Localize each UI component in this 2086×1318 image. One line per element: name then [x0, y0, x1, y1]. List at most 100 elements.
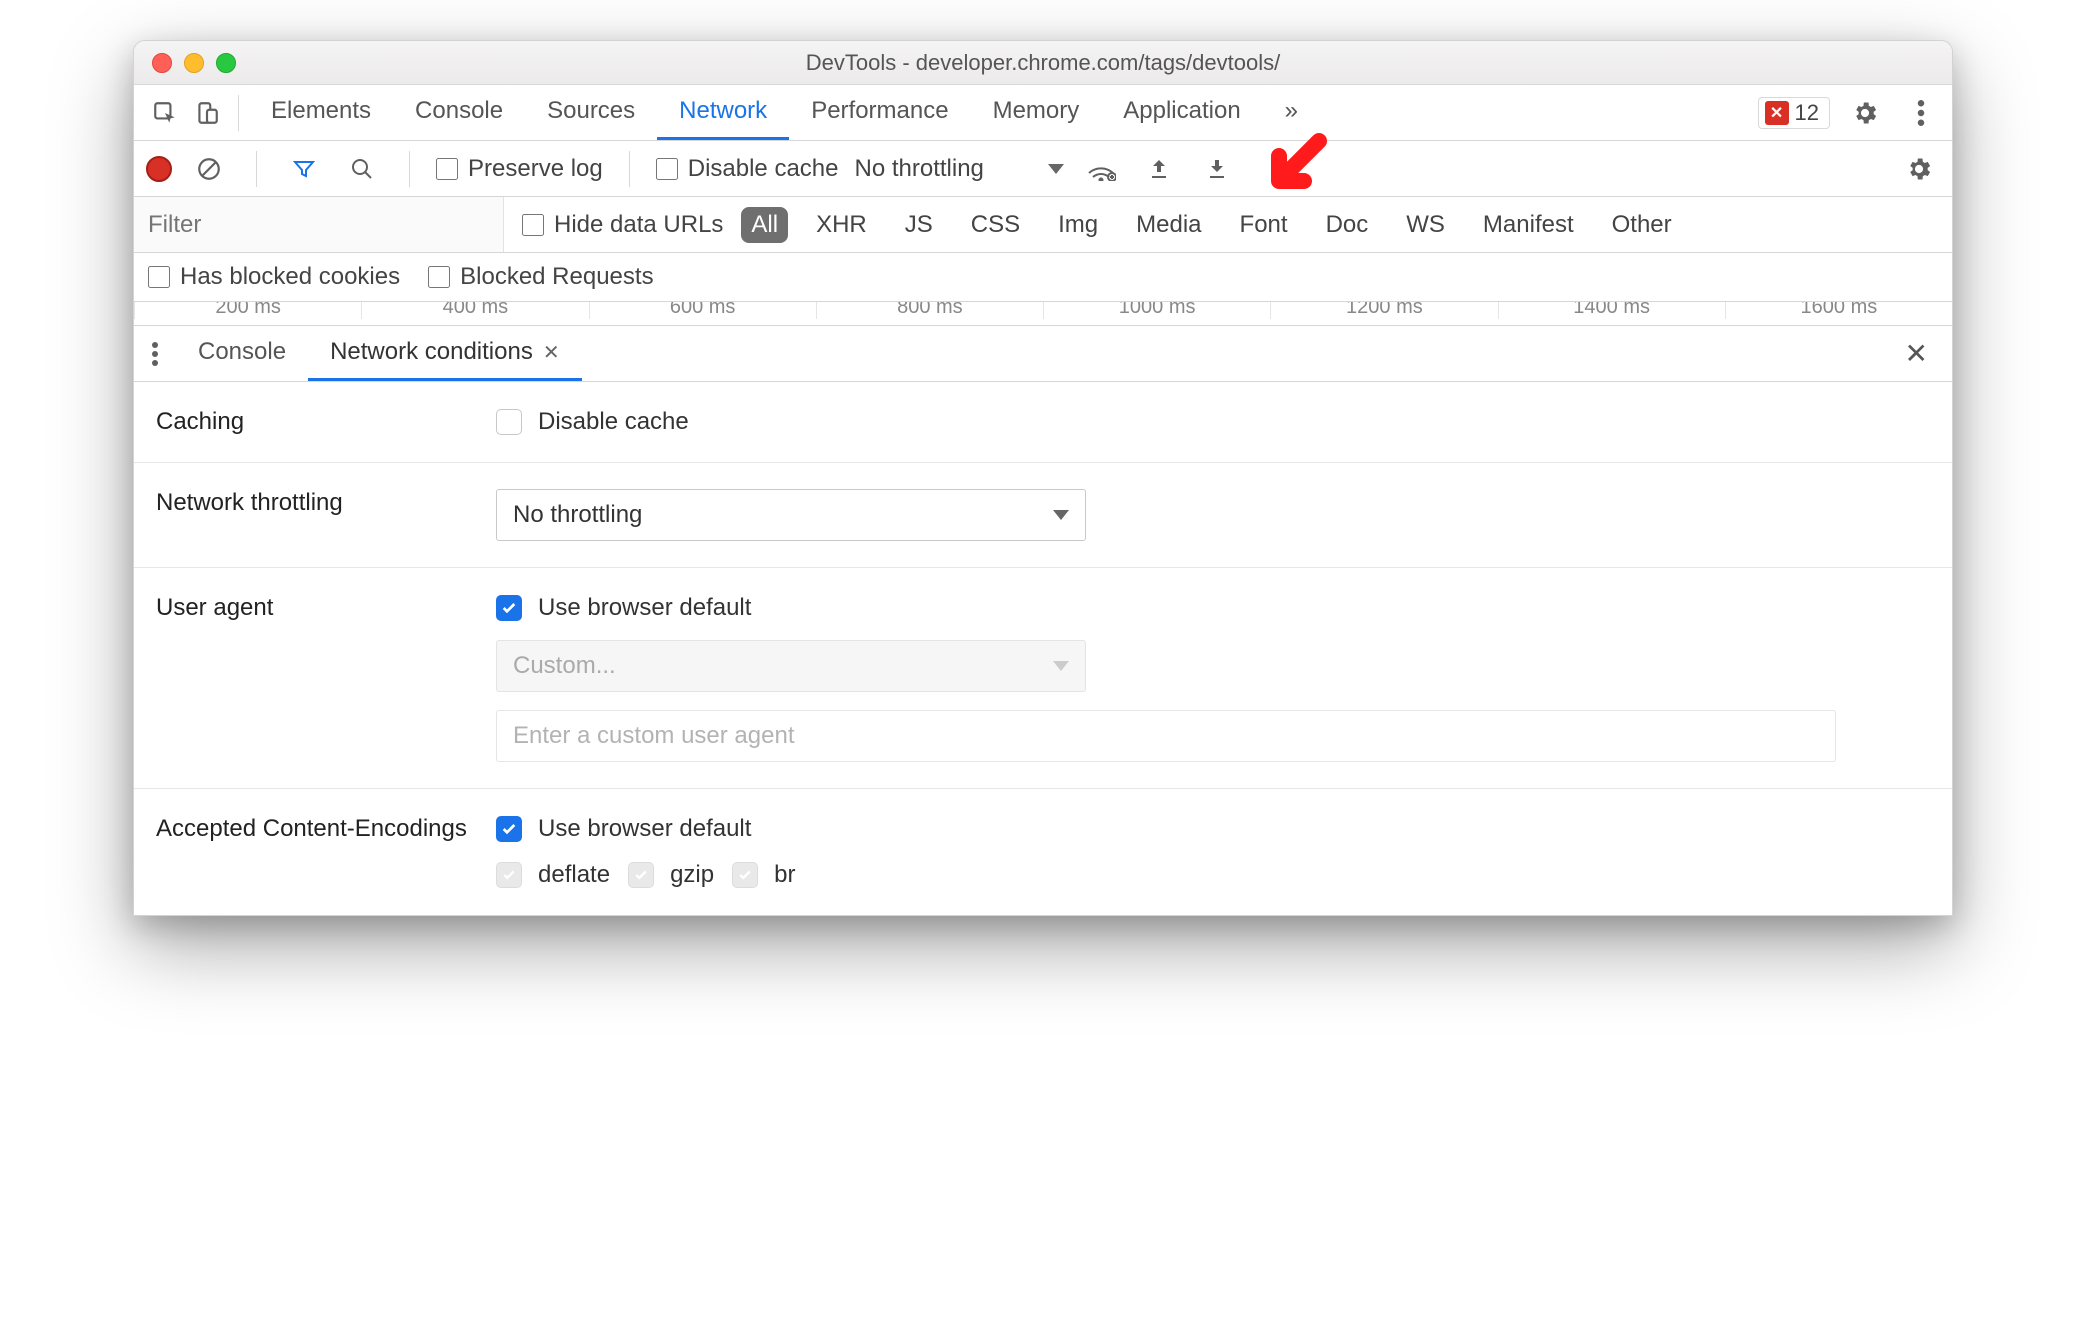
hide-data-urls-input[interactable] — [522, 214, 544, 236]
type-xhr[interactable]: XHR — [806, 207, 877, 243]
timeline-tick: 200 ms — [134, 302, 361, 319]
disable-cache-checkbox[interactable]: Disable cache — [496, 408, 1930, 436]
encoding-br: br — [732, 861, 795, 889]
user-agent-label: User agent — [156, 594, 476, 622]
hide-data-urls-label: Hide data URLs — [554, 211, 723, 239]
preserve-log-checkbox[interactable]: Preserve log — [436, 155, 603, 183]
type-manifest[interactable]: Manifest — [1473, 207, 1584, 243]
filter-input[interactable] — [134, 197, 504, 252]
checkbox-icon — [628, 862, 654, 888]
close-tab-icon[interactable]: ✕ — [543, 340, 560, 365]
filter-row-2: Has blocked cookies Blocked Requests — [134, 253, 1952, 302]
type-js[interactable]: JS — [895, 207, 943, 243]
disable-cache-checkbox[interactable]: Disable cache — [656, 155, 839, 183]
drawer-kebab-icon[interactable] — [134, 333, 176, 375]
drawer-tab-label: Console — [198, 338, 286, 366]
checkbox-icon — [496, 409, 522, 435]
type-ws[interactable]: WS — [1396, 207, 1455, 243]
encoding-label: br — [774, 861, 795, 889]
blocked-requests-checkbox[interactable]: Blocked Requests — [428, 263, 653, 291]
encoding-gzip: gzip — [628, 861, 714, 889]
throttling-value: No throttling — [513, 501, 642, 529]
row-caching: Caching Disable cache — [134, 382, 1952, 463]
network-settings-gear-icon[interactable] — [1898, 148, 1940, 190]
type-css[interactable]: CSS — [961, 207, 1030, 243]
row-throttling: Network throttling No throttling — [134, 463, 1952, 568]
tab-label: Performance — [811, 97, 948, 125]
tab-sources[interactable]: Sources — [525, 85, 657, 140]
user-agent-preset-placeholder: Custom... — [513, 652, 616, 680]
throttling-value: No throttling — [854, 155, 983, 183]
tab-elements[interactable]: Elements — [249, 85, 393, 140]
drawer-tab-label: Network conditions — [330, 338, 533, 366]
error-icon: ✕ — [1765, 101, 1789, 125]
more-tabs-button[interactable]: » — [1263, 85, 1320, 140]
type-font[interactable]: Font — [1230, 207, 1298, 243]
checkbox-icon — [496, 816, 522, 842]
encodings-default-checkbox[interactable]: Use browser default — [496, 815, 1930, 843]
timeline-tick: 400 ms — [361, 302, 588, 319]
timeline-tick: 1200 ms — [1270, 302, 1497, 319]
drawer-tab-console[interactable]: Console — [176, 326, 308, 381]
checkbox-icon — [732, 862, 758, 888]
inspect-element-icon[interactable] — [144, 92, 186, 134]
panel-tabs: Elements Console Sources Network Perform… — [134, 85, 1952, 141]
disable-cache-input[interactable] — [656, 158, 678, 180]
hide-data-urls-checkbox[interactable]: Hide data URLs — [522, 211, 723, 239]
user-agent-default-checkbox[interactable]: Use browser default — [496, 594, 1930, 622]
filter-icon[interactable] — [283, 148, 325, 190]
has-blocked-cookies-input[interactable] — [148, 266, 170, 288]
timeline-overview[interactable]: 200 ms 400 ms 600 ms 800 ms 1000 ms 1200… — [134, 302, 1952, 326]
network-conditions-icon[interactable] — [1080, 148, 1122, 190]
tab-application[interactable]: Application — [1101, 85, 1262, 140]
timeline-tick: 800 ms — [816, 302, 1043, 319]
tab-label: Sources — [547, 97, 635, 125]
tab-console[interactable]: Console — [393, 85, 525, 140]
settings-gear-icon[interactable] — [1844, 92, 1886, 134]
kebab-menu-icon[interactable] — [1900, 92, 1942, 134]
device-toolbar-icon[interactable] — [186, 92, 228, 134]
tab-network[interactable]: Network — [657, 85, 789, 140]
throttling-select[interactable]: No throttling — [854, 155, 1063, 183]
panel-tabs-right: ✕ 12 — [1758, 92, 1942, 134]
resource-type-filters: Hide data URLs All XHR JS CSS Img Media … — [504, 207, 1682, 243]
tab-performance[interactable]: Performance — [789, 85, 970, 140]
chevron-down-icon — [1053, 510, 1069, 520]
type-img[interactable]: Img — [1048, 207, 1108, 243]
type-media[interactable]: Media — [1126, 207, 1211, 243]
download-icon[interactable] — [1196, 148, 1238, 190]
divider — [238, 95, 239, 131]
type-doc[interactable]: Doc — [1316, 207, 1379, 243]
encoding-label: deflate — [538, 861, 610, 889]
chevron-down-icon — [1053, 661, 1069, 671]
disable-cache-label: Disable cache — [688, 155, 839, 183]
encodings-label: Accepted Content-Encodings — [156, 815, 476, 843]
row-user-agent: User agent Use browser default Custom... — [134, 568, 1952, 789]
has-blocked-cookies-label: Has blocked cookies — [180, 263, 400, 291]
user-agent-default-text: Use browser default — [538, 594, 751, 622]
type-all[interactable]: All — [741, 207, 788, 243]
tab-memory[interactable]: Memory — [971, 85, 1102, 140]
encoding-options: deflate gzip br — [496, 861, 1930, 889]
drawer-tab-network-conditions[interactable]: Network conditions ✕ — [308, 326, 582, 381]
errors-count: 12 — [1795, 100, 1819, 126]
throttling-dropdown[interactable]: No throttling — [496, 489, 1086, 541]
errors-badge[interactable]: ✕ 12 — [1758, 97, 1830, 129]
drawer-close-button[interactable]: ✕ — [1881, 337, 1952, 370]
record-button[interactable] — [146, 156, 172, 182]
clear-icon[interactable] — [188, 148, 230, 190]
encodings-default-text: Use browser default — [538, 815, 751, 843]
encoding-deflate: deflate — [496, 861, 610, 889]
has-blocked-cookies-checkbox[interactable]: Has blocked cookies — [148, 263, 400, 291]
tab-label: Elements — [271, 97, 371, 125]
throttling-label: Network throttling — [156, 489, 476, 517]
tab-label: Memory — [993, 97, 1080, 125]
user-agent-custom-input[interactable] — [496, 710, 1836, 762]
blocked-requests-input[interactable] — [428, 266, 450, 288]
upload-icon[interactable] — [1138, 148, 1180, 190]
search-icon[interactable] — [341, 148, 383, 190]
type-other[interactable]: Other — [1602, 207, 1682, 243]
preserve-log-input[interactable] — [436, 158, 458, 180]
tab-label: Network — [679, 97, 767, 125]
timeline-tick: 600 ms — [589, 302, 816, 319]
